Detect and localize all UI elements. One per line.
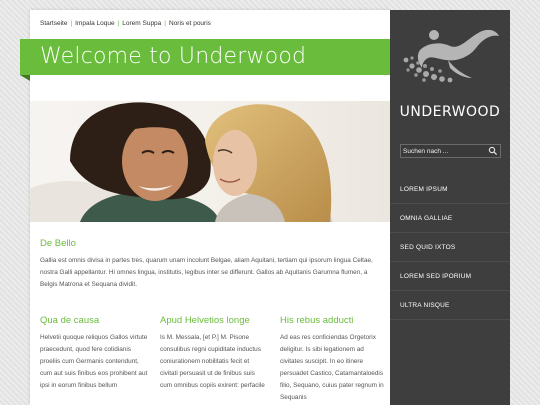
hero-photo <box>30 102 332 222</box>
breadcrumb-item-impala[interactable]: Impala Loque <box>75 20 114 27</box>
column-1: Qua de causa Helvetii quoque reliquos Ga… <box>40 315 148 392</box>
hero-image <box>30 101 390 222</box>
page: Startseite | Impala Loque | Lorem Suppa | Nori… <box>20 10 510 405</box>
column-3-text: Ad eas res conficiendas Orgetorix deligi… <box>280 334 384 401</box>
intro-heading: De Bello <box>40 238 76 249</box>
column-2: Apud Helvetios longe Is M. Messala, [et … <box>160 315 268 392</box>
column-3-heading: His rebus adducti <box>280 315 354 326</box>
nav-item-lorem-ipsum[interactable]: LOREM IPSUM <box>390 175 510 204</box>
sidebar-nav: LOREM IPSUM OMNIA GALLIAE SED QUID IXTOS… <box>390 175 510 320</box>
title-banner: Welcome to Underwood <box>20 39 390 75</box>
search-input[interactable] <box>403 145 483 157</box>
column-2-text: Is M. Messala, [et P.] M. Pisone consuli… <box>160 334 265 389</box>
breadcrumb: Startseite | Impala Loque | Lorem Suppa | Nori… <box>40 20 211 27</box>
breadcrumb-item-home[interactable]: Startseite <box>40 20 67 27</box>
nav-item-omnia-galliae[interactable]: OMNIA GALLIAE <box>390 204 510 233</box>
breadcrumb-item-noris[interactable]: Noris et pouris <box>169 20 211 27</box>
logo-icon <box>403 29 499 83</box>
intro-paragraph: Gallia est omnis divisa in partes tres, … <box>40 257 373 288</box>
column-1-heading: Qua de causa <box>40 315 100 326</box>
nav-item-ultra-nisque[interactable]: ULTRA NISQUE <box>390 291 510 320</box>
column-3: His rebus adducti Ad eas res conficienda… <box>280 315 388 404</box>
sidebar: UNDERWOOD LOREM IPSUM OMNIA GALLIAE SED … <box>390 10 510 405</box>
main-content: Startseite | Impala Loque | Lorem Suppa | Nori… <box>20 10 390 405</box>
breadcrumb-item-lorem[interactable]: Lorem Suppa <box>122 20 161 27</box>
nav-item-lorem-sed-iporium[interactable]: LOREM SED IPORIUM <box>390 262 510 291</box>
search-box <box>400 144 501 158</box>
nav-item-sed-quid-ixtos[interactable]: SED QUID IXTOS <box>390 233 510 262</box>
banner-fold <box>20 75 30 81</box>
column-2-heading: Apud Helvetios longe <box>160 315 250 326</box>
column-1-text: Helvetii quoque reliquos Gallos virtute … <box>40 334 148 389</box>
search-icon[interactable] <box>488 146 498 156</box>
page-title: Welcome to Underwood <box>40 44 307 69</box>
logo-text: UNDERWOOD <box>399 104 501 120</box>
